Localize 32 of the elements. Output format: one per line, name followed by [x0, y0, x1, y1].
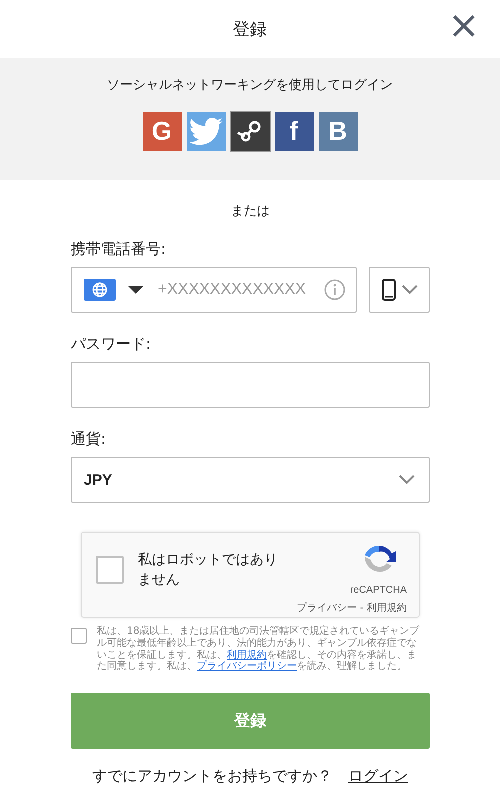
- dropdown-caret-icon[interactable]: [128, 285, 144, 295]
- phone-icon: [382, 279, 396, 301]
- bird-login-button[interactable]: [186, 112, 226, 151]
- password-input-field[interactable]: [71, 362, 430, 408]
- currency-select[interactable]: JPY: [71, 457, 430, 503]
- chevron-down-icon: [399, 475, 415, 485]
- captcha-links[interactable]: プライバシー - 利用規約: [297, 601, 407, 615]
- terms-text: 私は、18歳以上、または居住地の司法管轄区で規定されているギャンブル可能な最低年齢以上であり、法的能力があり、ギャンブル依存症でないことを保証します。私は、利用規約を確認し、その内容を承諾し、また同意します。私は、プライバシーポリシーを読み、理解しました。: [97, 626, 421, 674]
- captcha-checkbox[interactable]: [96, 556, 124, 584]
- password-label: パスワード:: [71, 335, 152, 354]
- currency-label: 通貨:: [71, 430, 108, 449]
- device-select[interactable]: [369, 267, 430, 313]
- bird-icon: [189, 118, 223, 146]
- captcha-label: 私はロボットではありません: [138, 550, 279, 590]
- phone-input-field[interactable]: +XXXXXXXXXXXXX: [156, 280, 312, 300]
- have-account-text: すでにアカウントをお持ちですか？: [92, 767, 332, 786]
- phone-label: 携帯電話番号:: [71, 240, 168, 259]
- social-login-button[interactable]: f: [274, 112, 314, 151]
- info-icon[interactable]: [324, 279, 346, 301]
- page-title: 登録: [233, 18, 267, 40]
- globe-icon: [84, 279, 116, 301]
- terms-link[interactable]: 利用規約: [227, 650, 267, 661]
- chevron-down-icon: [402, 285, 418, 295]
- social-login-title: ソーシャルネットワーキングを使用してログイン: [107, 77, 393, 94]
- social-login-button[interactable]: G: [142, 112, 182, 151]
- or-divider-text: または: [231, 203, 270, 220]
- terms-checkbox[interactable]: [71, 628, 87, 644]
- captcha-brand-text: reCAPTCHA: [350, 585, 407, 596]
- social-login-button[interactable]: B: [318, 112, 358, 151]
- close-button[interactable]: ×: [444, 6, 484, 44]
- login-link[interactable]: ログイン: [348, 767, 408, 786]
- terms-link[interactable]: プライバシーポリシー: [197, 661, 297, 672]
